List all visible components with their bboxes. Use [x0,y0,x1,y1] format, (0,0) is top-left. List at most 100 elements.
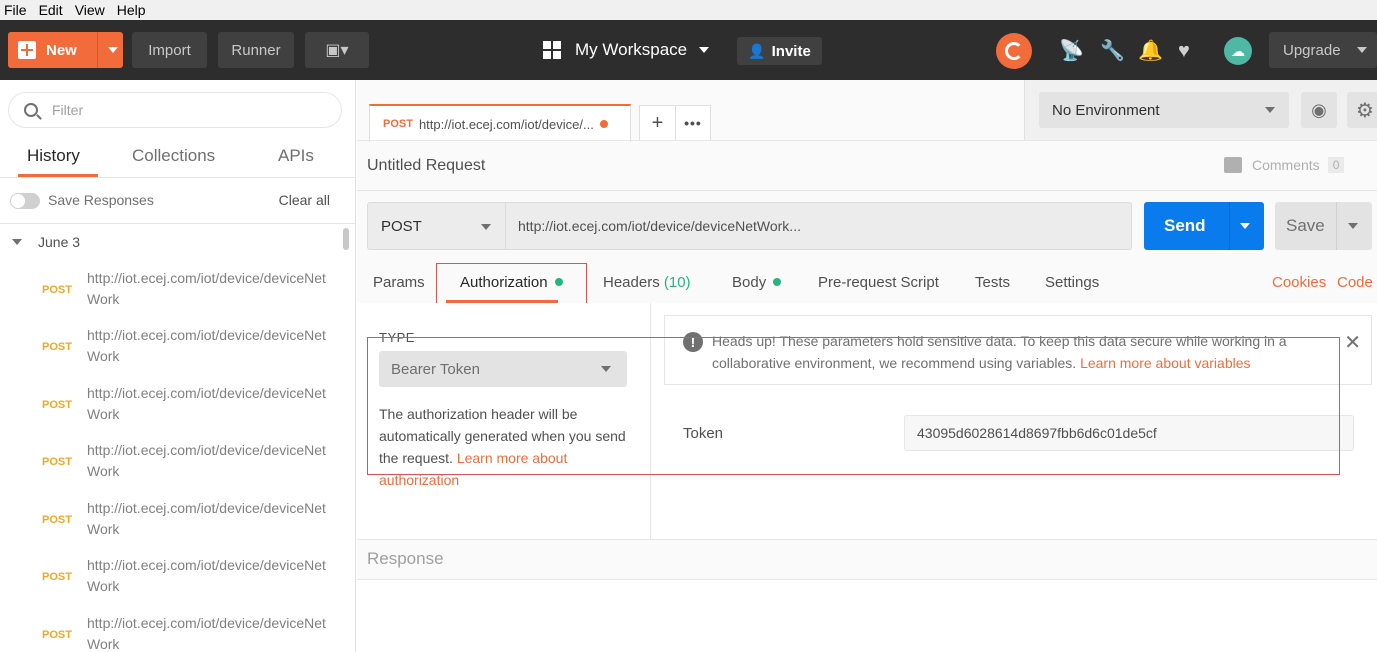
authorization-pane: TYPE Bearer Token The authorization head… [357,303,1377,539]
code-link[interactable]: Code [1337,274,1373,291]
filter-placeholder: Filter [52,102,84,118]
highlight-box [367,337,1340,475]
tab-body[interactable]: Body [732,274,782,291]
tab-apis[interactable]: APIs [278,146,314,166]
environment-select[interactable]: No Environment [1039,92,1289,128]
chevron-down-icon[interactable] [1240,223,1250,229]
new-window-button[interactable]: ▣▾ [305,32,369,68]
list-item[interactable]: POST http://iot.ecej.com/iot/device/devi… [0,613,342,652]
menu-file[interactable]: File [4,2,27,18]
save-button[interactable]: Save [1275,202,1372,250]
menu-bar: File Edit View Help [0,0,1377,20]
history-url: http://iot.ecej.com/iot/device/deviceNet… [87,615,326,652]
request-name[interactable]: Untitled Request [367,157,485,175]
avatar[interactable]: ☁ [1224,37,1252,65]
chevron-down-icon [12,239,22,245]
new-button-divider [97,32,98,68]
method-badge: POST [42,284,72,296]
add-tab-button[interactable]: + [640,106,675,140]
tab-headers[interactable]: Headers (10) [603,274,691,291]
sidebar-tabs: History Collections APIs [0,140,356,178]
method-select[interactable]: POST [367,202,506,250]
url-value: http://iot.ecej.com/iot/device/deviceNet… [518,218,801,234]
history-url: http://iot.ecej.com/iot/device/deviceNet… [87,327,326,364]
gear-icon[interactable]: ⚙ [1347,92,1377,128]
response-label: Response [367,549,444,568]
status-dot [773,278,782,286]
heart-icon[interactable]: ♥ [1178,40,1190,62]
close-icon[interactable]: ✕ [1344,330,1361,355]
new-button-label: New [46,41,77,59]
new-window-icon: ▣▾ [325,42,349,59]
tab-prerequest-script[interactable]: Pre-request Script [818,274,939,291]
comments-label: Comments [1252,157,1320,173]
more-icon[interactable]: ••• [674,106,710,140]
chevron-down-icon[interactable] [108,47,118,53]
chevron-down-icon [1356,47,1367,53]
response-body [357,580,1377,652]
save-divider [1336,202,1337,250]
sync-icon [1005,42,1023,60]
divider [357,190,1377,191]
tab-tests[interactable]: Tests [975,274,1010,291]
tab-params[interactable]: Params [373,274,425,291]
upgrade-label: Upgrade [1283,41,1341,59]
list-item[interactable]: POST http://iot.ecej.com/iot/device/devi… [0,268,342,320]
comments-count: 0 [1327,157,1345,173]
main-panel: POST http://iot.ecej.com/iot/device/... … [357,80,1377,652]
runner-button[interactable]: Runner [218,32,294,68]
method-value: POST [381,217,422,235]
history-url: http://iot.ecej.com/iot/device/deviceNet… [87,500,326,537]
list-item[interactable]: POST http://iot.ecej.com/iot/device/devi… [0,325,342,377]
environment-value: No Environment [1052,101,1160,119]
history-group-label: June 3 [38,234,81,250]
wrench-icon[interactable]: 🔧 [1100,40,1125,62]
import-button[interactable]: Import [132,32,207,68]
comments-button[interactable]: Comments 0 [1224,157,1345,173]
send-button[interactable]: Send [1144,202,1264,250]
tab-history[interactable]: History [27,146,80,166]
list-item[interactable]: POST http://iot.ecej.com/iot/device/devi… [0,555,342,607]
chevron-down-icon[interactable] [1348,223,1358,229]
clear-all-button[interactable]: Clear all [279,192,330,208]
tab-headers-label: Headers [603,274,660,291]
url-input[interactable]: http://iot.ecej.com/iot/device/deviceNet… [506,202,1132,250]
menu-edit[interactable]: Edit [39,2,63,18]
save-responses-label: Save Responses [48,192,154,208]
list-item[interactable]: POST http://iot.ecej.com/iot/device/devi… [0,498,342,550]
invite-button[interactable]: 👤 Invite [737,37,822,65]
sidebar-scrollbar[interactable] [343,228,349,250]
upgrade-button[interactable]: Upgrade [1269,32,1377,68]
environment-bar: No Environment ◉ ⚙ [1024,80,1377,140]
sync-button[interactable] [996,33,1032,69]
tab-collections[interactable]: Collections [132,146,215,166]
menu-help[interactable]: Help [117,2,146,18]
filter-input[interactable]: Filter [8,92,342,128]
invite-label: Invite [771,42,811,60]
satellite-icon[interactable]: 📡 [1059,40,1084,62]
eye-icon[interactable]: ◉ [1301,92,1337,128]
send-divider [1229,202,1230,250]
history-url: http://iot.ecej.com/iot/device/deviceNet… [87,442,326,479]
request-tab-method: POST [383,118,413,130]
top-toolbar: New Import Runner ▣▾ My Workspace 👤 Invi… [0,20,1377,80]
comment-icon [1224,157,1242,173]
divider [357,140,1377,141]
grid-icon [543,41,561,59]
workspace-switcher[interactable]: My Workspace [543,40,710,60]
cookies-link[interactable]: Cookies [1272,274,1326,291]
method-badge: POST [42,514,72,526]
new-button[interactable]: New [8,32,123,68]
list-item[interactable]: POST http://iot.ecej.com/iot/device/devi… [0,440,342,492]
bell-icon[interactable]: 🔔 [1138,40,1163,62]
add-user-icon: 👤 [748,42,766,59]
save-responses-row: Save Responses Clear all [0,178,356,224]
menu-view[interactable]: View [75,2,105,18]
headers-count: (10) [663,274,691,291]
tab-settings[interactable]: Settings [1045,274,1099,291]
request-tab-url: http://iot.ecej.com/iot/device/... [418,116,594,132]
sidebar: Filter History Collections APIs Save Res… [0,80,356,652]
request-tab[interactable]: POST http://iot.ecej.com/iot/device/... [369,104,631,142]
list-item[interactable]: POST http://iot.ecej.com/iot/device/devi… [0,383,342,435]
save-responses-toggle[interactable] [10,193,40,209]
